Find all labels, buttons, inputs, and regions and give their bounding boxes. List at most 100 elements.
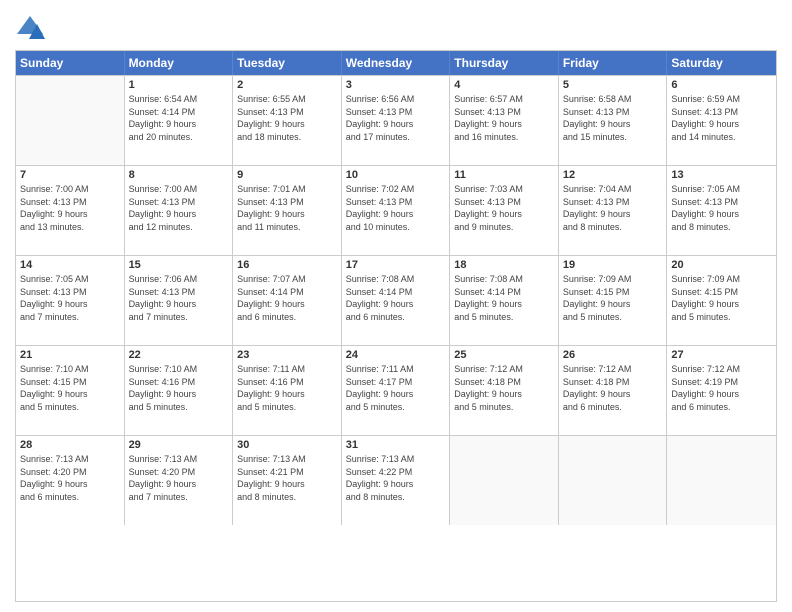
day-number: 19 bbox=[563, 259, 663, 271]
day-info: Sunrise: 7:13 AM Sunset: 4:20 PM Dayligh… bbox=[129, 453, 229, 503]
day-info: Sunrise: 7:10 AM Sunset: 4:15 PM Dayligh… bbox=[20, 363, 120, 413]
day-number: 17 bbox=[346, 259, 446, 271]
day-number: 22 bbox=[129, 349, 229, 361]
calendar-cell: 4 Sunrise: 6:57 AM Sunset: 4:13 PM Daylig… bbox=[450, 76, 559, 165]
day-number: 1 bbox=[129, 79, 229, 91]
day-number: 6 bbox=[671, 79, 772, 91]
calendar-cell: 8 Sunrise: 7:00 AM Sunset: 4:13 PM Daylig… bbox=[125, 166, 234, 255]
calendar-cell: 9 Sunrise: 7:01 AM Sunset: 4:13 PM Daylig… bbox=[233, 166, 342, 255]
calendar-cell: 23 Sunrise: 7:11 AM Sunset: 4:16 PM Dayli… bbox=[233, 346, 342, 435]
calendar-cell: 21Sunrise: 7:10 AM Sunset: 4:15 PM Dayli… bbox=[16, 346, 125, 435]
calendar-body: 1 Sunrise: 6:54 AM Sunset: 4:14 PM Daylig… bbox=[16, 75, 776, 525]
calendar-cell: 15 Sunrise: 7:06 AM Sunset: 4:13 PM Dayli… bbox=[125, 256, 234, 345]
weekday-header: Thursday bbox=[450, 51, 559, 75]
day-info: Sunrise: 7:11 AM Sunset: 4:16 PM Dayligh… bbox=[237, 363, 337, 413]
day-info: Sunrise: 7:00 AM Sunset: 4:13 PM Dayligh… bbox=[129, 183, 229, 233]
calendar-row: 21Sunrise: 7:10 AM Sunset: 4:15 PM Dayli… bbox=[16, 345, 776, 435]
day-number: 28 bbox=[20, 439, 120, 451]
day-number: 5 bbox=[563, 79, 663, 91]
weekday-header: Sunday bbox=[16, 51, 125, 75]
calendar-cell: 27 Sunrise: 7:12 AM Sunset: 4:19 PM Dayli… bbox=[667, 346, 776, 435]
calendar-cell: 22 Sunrise: 7:10 AM Sunset: 4:16 PM Dayli… bbox=[125, 346, 234, 435]
day-number: 26 bbox=[563, 349, 663, 361]
calendar-cell: 6 Sunrise: 6:59 AM Sunset: 4:13 PM Daylig… bbox=[667, 76, 776, 165]
day-info: Sunrise: 7:13 AM Sunset: 4:20 PM Dayligh… bbox=[20, 453, 120, 503]
day-info: Sunrise: 7:11 AM Sunset: 4:17 PM Dayligh… bbox=[346, 363, 446, 413]
calendar-cell: 29Sunrise: 7:13 AM Sunset: 4:20 PM Dayli… bbox=[125, 436, 234, 525]
weekday-header: Friday bbox=[559, 51, 668, 75]
day-info: Sunrise: 7:12 AM Sunset: 4:18 PM Dayligh… bbox=[563, 363, 663, 413]
day-number: 8 bbox=[129, 169, 229, 181]
calendar-cell: 19 Sunrise: 7:09 AM Sunset: 4:15 PM Dayli… bbox=[559, 256, 668, 345]
calendar-cell: 3Sunrise: 6:56 AM Sunset: 4:13 PM Daylig… bbox=[342, 76, 451, 165]
day-number: 31 bbox=[346, 439, 446, 451]
day-number: 13 bbox=[671, 169, 772, 181]
calendar-cell: 11Sunrise: 7:03 AM Sunset: 4:13 PM Dayli… bbox=[450, 166, 559, 255]
day-number: 3 bbox=[346, 79, 446, 91]
day-info: Sunrise: 6:57 AM Sunset: 4:13 PM Dayligh… bbox=[454, 93, 554, 143]
calendar-cell: 12Sunrise: 7:04 AM Sunset: 4:13 PM Dayli… bbox=[559, 166, 668, 255]
day-info: Sunrise: 7:05 AM Sunset: 4:13 PM Dayligh… bbox=[20, 273, 120, 323]
calendar-cell bbox=[16, 76, 125, 165]
calendar-cell bbox=[559, 436, 668, 525]
day-number: 20 bbox=[671, 259, 772, 271]
day-info: Sunrise: 7:02 AM Sunset: 4:13 PM Dayligh… bbox=[346, 183, 446, 233]
day-info: Sunrise: 7:13 AM Sunset: 4:21 PM Dayligh… bbox=[237, 453, 337, 503]
day-number: 27 bbox=[671, 349, 772, 361]
day-number: 30 bbox=[237, 439, 337, 451]
weekday-header: Saturday bbox=[667, 51, 776, 75]
day-number: 24 bbox=[346, 349, 446, 361]
calendar-cell bbox=[667, 436, 776, 525]
calendar-header: SundayMondayTuesdayWednesdayThursdayFrid… bbox=[16, 51, 776, 75]
day-info: Sunrise: 7:09 AM Sunset: 4:15 PM Dayligh… bbox=[563, 273, 663, 323]
day-info: Sunrise: 7:08 AM Sunset: 4:14 PM Dayligh… bbox=[454, 273, 554, 323]
calendar-cell: 14 Sunrise: 7:05 AM Sunset: 4:13 PM Dayli… bbox=[16, 256, 125, 345]
calendar-row: 1 Sunrise: 6:54 AM Sunset: 4:14 PM Daylig… bbox=[16, 75, 776, 165]
day-info: Sunrise: 6:59 AM Sunset: 4:13 PM Dayligh… bbox=[671, 93, 772, 143]
weekday-header: Tuesday bbox=[233, 51, 342, 75]
day-info: Sunrise: 7:10 AM Sunset: 4:16 PM Dayligh… bbox=[129, 363, 229, 413]
calendar-cell: 16 Sunrise: 7:07 AM Sunset: 4:14 PM Dayli… bbox=[233, 256, 342, 345]
weekday-header: Monday bbox=[125, 51, 234, 75]
calendar-cell: 26 Sunrise: 7:12 AM Sunset: 4:18 PM Dayli… bbox=[559, 346, 668, 435]
calendar-cell: 13Sunrise: 7:05 AM Sunset: 4:13 PM Dayli… bbox=[667, 166, 776, 255]
day-number: 25 bbox=[454, 349, 554, 361]
header bbox=[15, 10, 777, 44]
logo bbox=[15, 14, 49, 44]
calendar-cell: 5 Sunrise: 6:58 AM Sunset: 4:13 PM Daylig… bbox=[559, 76, 668, 165]
logo-icon bbox=[15, 14, 45, 44]
calendar-row: 14 Sunrise: 7:05 AM Sunset: 4:13 PM Dayli… bbox=[16, 255, 776, 345]
calendar-cell: 24 Sunrise: 7:11 AM Sunset: 4:17 PM Dayli… bbox=[342, 346, 451, 435]
day-number: 9 bbox=[237, 169, 337, 181]
calendar-cell bbox=[450, 436, 559, 525]
calendar-cell: 7 Sunrise: 7:00 AM Sunset: 4:13 PM Daylig… bbox=[16, 166, 125, 255]
day-info: Sunrise: 7:08 AM Sunset: 4:14 PM Dayligh… bbox=[346, 273, 446, 323]
day-number: 23 bbox=[237, 349, 337, 361]
weekday-header: Wednesday bbox=[342, 51, 451, 75]
day-info: Sunrise: 6:54 AM Sunset: 4:14 PM Dayligh… bbox=[129, 93, 229, 143]
calendar-cell: 1 Sunrise: 6:54 AM Sunset: 4:14 PM Daylig… bbox=[125, 76, 234, 165]
day-info: Sunrise: 7:01 AM Sunset: 4:13 PM Dayligh… bbox=[237, 183, 337, 233]
day-info: Sunrise: 7:13 AM Sunset: 4:22 PM Dayligh… bbox=[346, 453, 446, 503]
day-info: Sunrise: 7:12 AM Sunset: 4:19 PM Dayligh… bbox=[671, 363, 772, 413]
day-number: 7 bbox=[20, 169, 120, 181]
day-number: 12 bbox=[563, 169, 663, 181]
day-number: 18 bbox=[454, 259, 554, 271]
day-info: Sunrise: 7:07 AM Sunset: 4:14 PM Dayligh… bbox=[237, 273, 337, 323]
day-info: Sunrise: 7:00 AM Sunset: 4:13 PM Dayligh… bbox=[20, 183, 120, 233]
day-number: 4 bbox=[454, 79, 554, 91]
day-number: 10 bbox=[346, 169, 446, 181]
page: SundayMondayTuesdayWednesdayThursdayFrid… bbox=[0, 0, 792, 612]
day-number: 16 bbox=[237, 259, 337, 271]
calendar-cell: 2Sunrise: 6:55 AM Sunset: 4:13 PM Daylig… bbox=[233, 76, 342, 165]
day-info: Sunrise: 7:12 AM Sunset: 4:18 PM Dayligh… bbox=[454, 363, 554, 413]
day-number: 15 bbox=[129, 259, 229, 271]
day-info: Sunrise: 6:58 AM Sunset: 4:13 PM Dayligh… bbox=[563, 93, 663, 143]
day-info: Sunrise: 7:06 AM Sunset: 4:13 PM Dayligh… bbox=[129, 273, 229, 323]
day-number: 14 bbox=[20, 259, 120, 271]
day-number: 11 bbox=[454, 169, 554, 181]
calendar-cell: 30 Sunrise: 7:13 AM Sunset: 4:21 PM Dayli… bbox=[233, 436, 342, 525]
calendar-cell: 25 Sunrise: 7:12 AM Sunset: 4:18 PM Dayli… bbox=[450, 346, 559, 435]
calendar-row: 7 Sunrise: 7:00 AM Sunset: 4:13 PM Daylig… bbox=[16, 165, 776, 255]
calendar: SundayMondayTuesdayWednesdayThursdayFrid… bbox=[15, 50, 777, 602]
